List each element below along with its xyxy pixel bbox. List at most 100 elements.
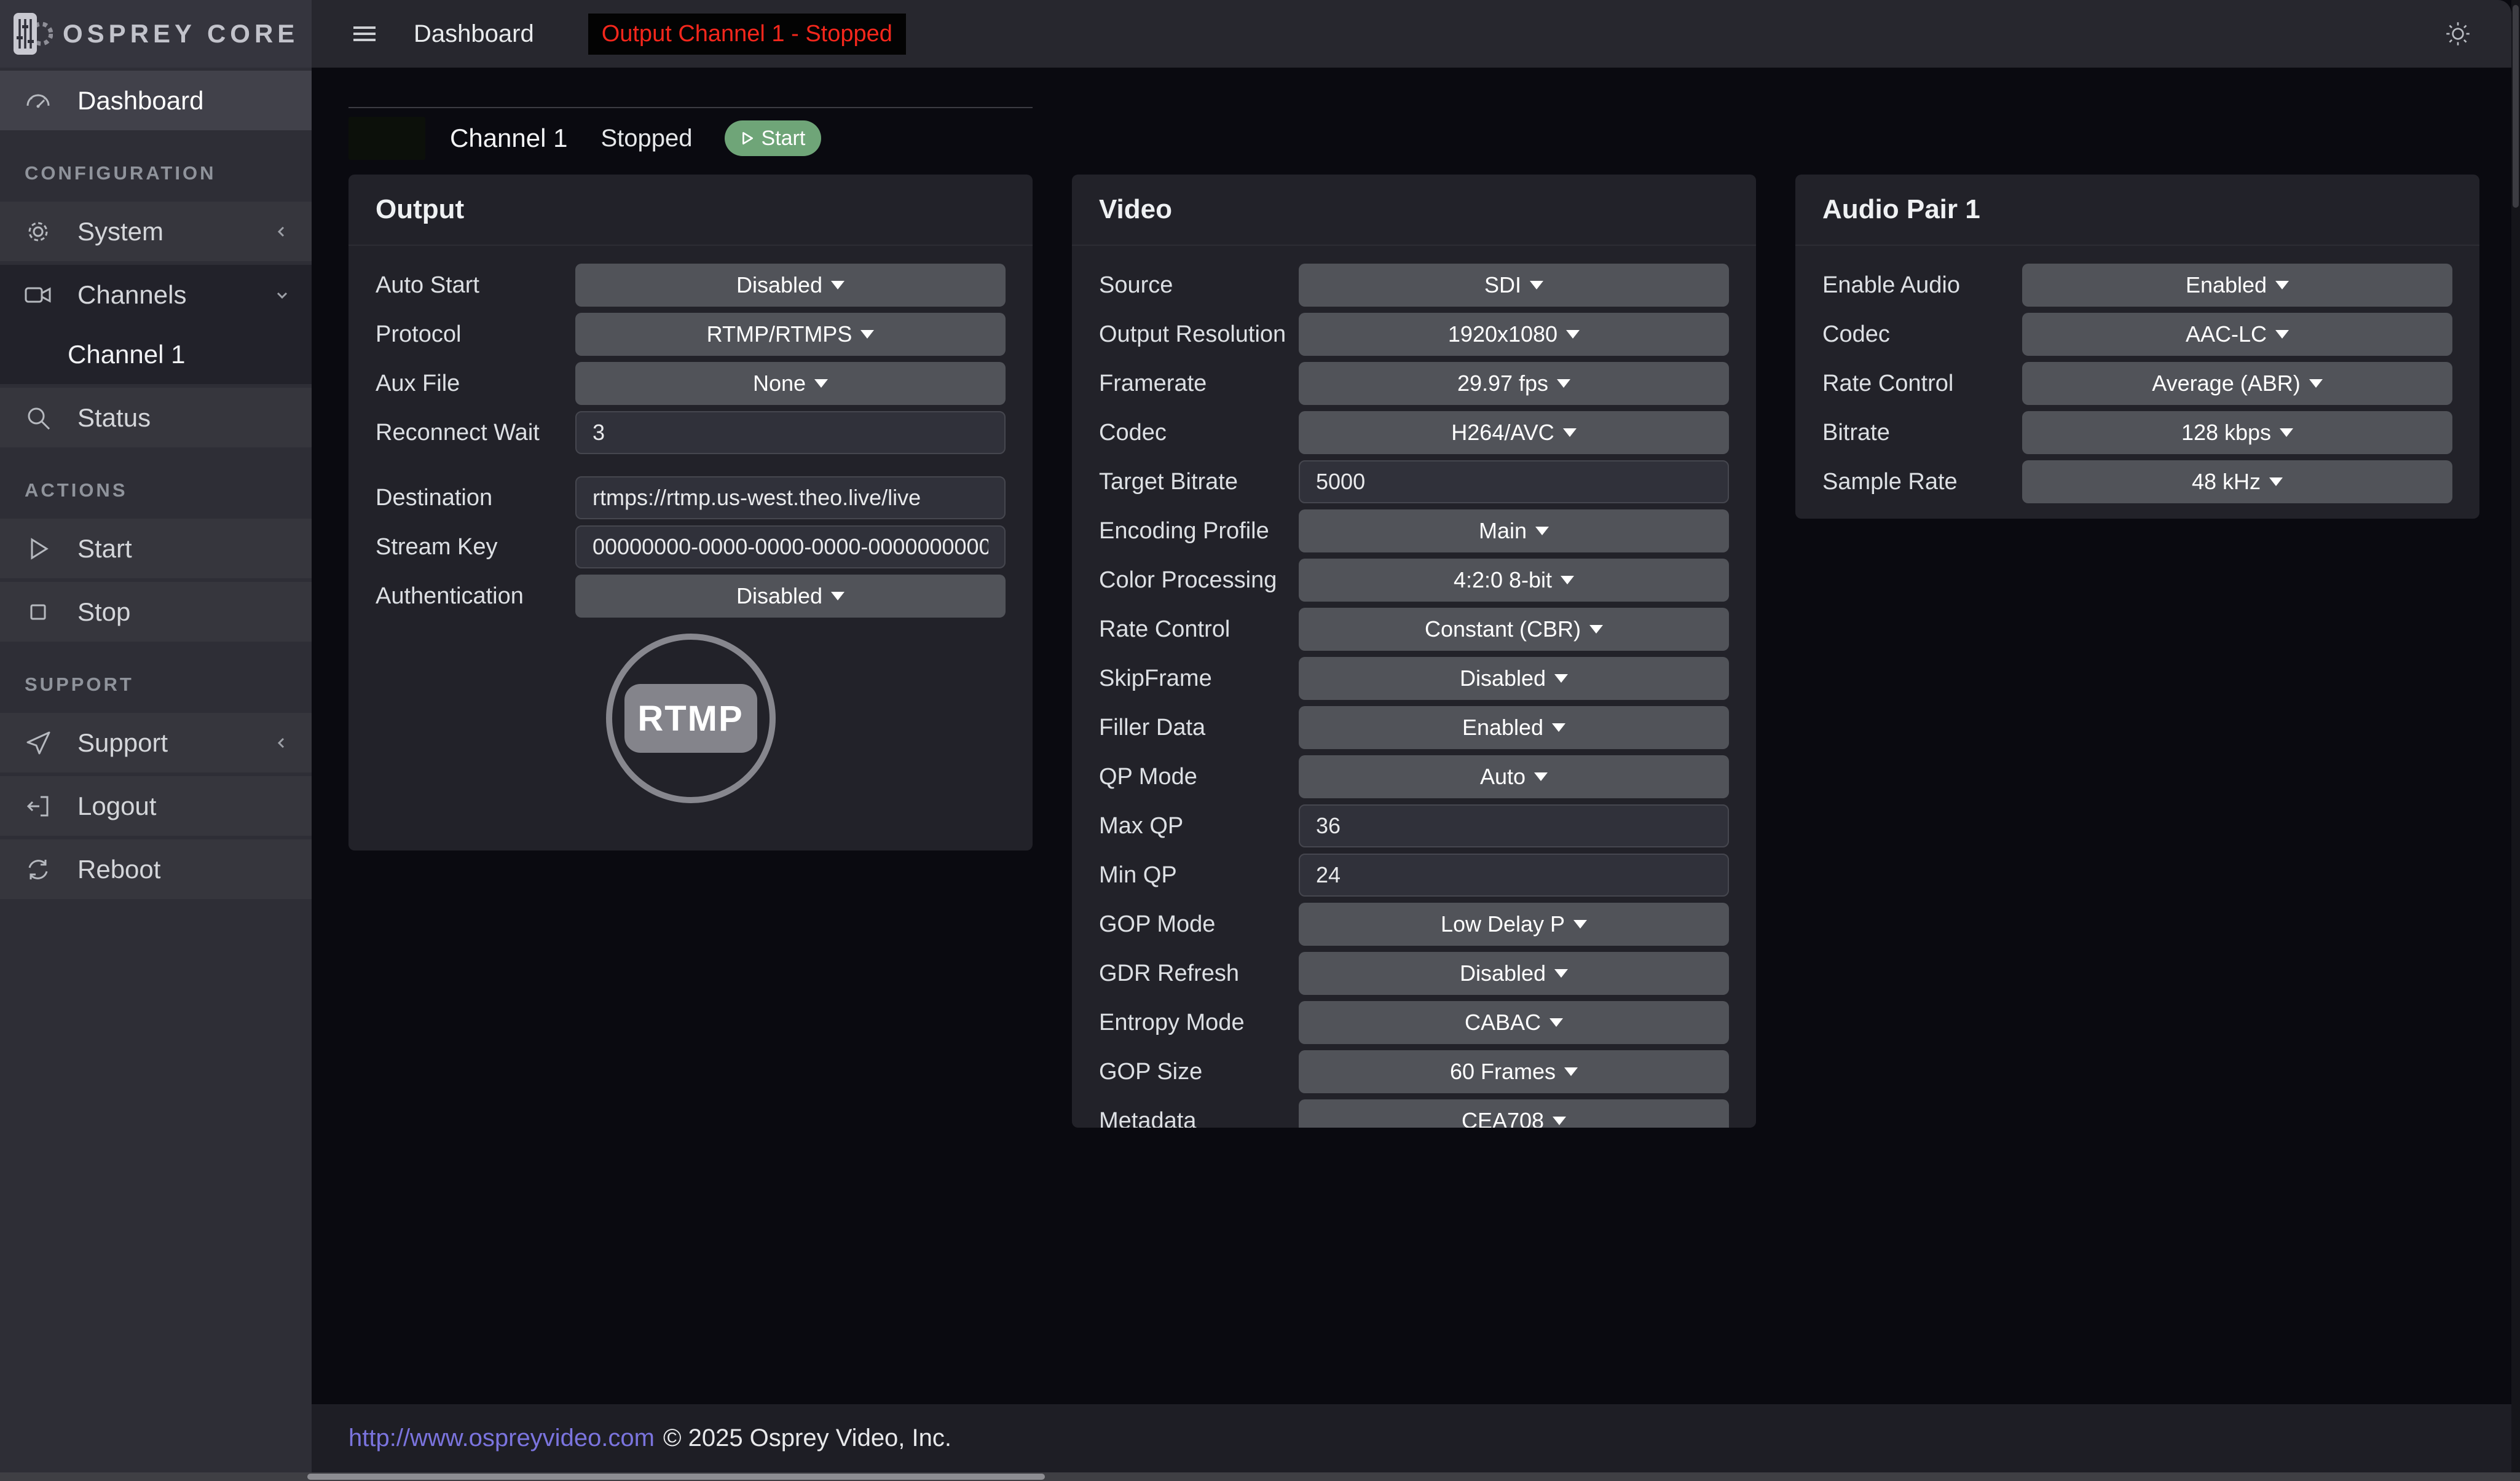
field-row: Bitrate 128 kbps: [1822, 411, 2452, 454]
caret-down-icon: [1557, 379, 1570, 388]
filler-data-dropdown[interactable]: Enabled: [1299, 706, 1729, 749]
sidebar-item-status[interactable]: Status: [0, 388, 312, 447]
audio-panel-title: Audio Pair 1: [1822, 194, 2452, 225]
sidebar-item-system[interactable]: System: [0, 202, 312, 261]
topbar: Dashboard Output Channel 1 - Stopped: [312, 0, 2511, 68]
caret-down-icon: [1554, 674, 1568, 683]
destination-input[interactable]: [575, 476, 1006, 519]
osprey-logo-icon: [12, 10, 53, 57]
sidebar-item-start[interactable]: Start: [0, 519, 312, 578]
caret-down-icon: [2275, 330, 2289, 339]
sun-icon[interactable]: [2443, 18, 2473, 49]
enable-audio-label: Enable Audio: [1822, 272, 1960, 299]
field-row: Codec H264/AVC: [1099, 411, 1729, 454]
gdr-refresh-dropdown[interactable]: Disabled: [1299, 952, 1729, 995]
logout-icon: [23, 792, 53, 821]
sidebar-item-channels[interactable]: Channels: [0, 265, 312, 324]
sidebar-item-support[interactable]: Support: [0, 713, 312, 772]
channel-header-bar: Channel 1 Stopped Start: [348, 107, 1033, 160]
gop-mode-dropdown[interactable]: Low Delay P: [1299, 903, 1729, 946]
output-resolution-label: Output Resolution: [1099, 321, 1286, 348]
sidebar-section-actions: ACTIONS: [0, 479, 312, 501]
vertical-scrollbar[interactable]: [2511, 0, 2520, 1481]
sidebar-item-logout[interactable]: Logout: [0, 776, 312, 836]
sample-rate-dropdown[interactable]: 48 kHz: [2022, 460, 2452, 503]
start-channel-button[interactable]: Start: [725, 120, 822, 156]
target-bitrate-input[interactable]: [1299, 460, 1729, 503]
field-row: Filler Data Enabled: [1099, 706, 1729, 749]
caret-down-icon: [1553, 1117, 1566, 1125]
rtmp-protocol-logo: RTMP: [606, 634, 776, 803]
sidebar-nav: Dashboard CONFIGURATION System: [0, 68, 312, 899]
audio-rate-control-label: Rate Control: [1822, 371, 1953, 397]
caret-down-icon: [1554, 969, 1568, 978]
play-icon: [23, 534, 53, 564]
sidebar-item-stop[interactable]: Stop: [0, 582, 312, 642]
audio-bitrate-dropdown[interactable]: 128 kbps: [2022, 411, 2452, 454]
field-row: Aux File None: [376, 362, 1006, 405]
field-row: Entropy Mode CABAC: [1099, 1001, 1729, 1044]
field-row: Encoding Profile Main: [1099, 509, 1729, 552]
authentication-dropdown[interactable]: Disabled: [575, 575, 1006, 618]
encoding-profile-dropdown[interactable]: Main: [1299, 509, 1729, 552]
rate-control-dropdown[interactable]: Constant (CBR): [1299, 608, 1729, 651]
enable-audio-dropdown[interactable]: Enabled: [2022, 264, 2452, 307]
aux-file-dropdown[interactable]: None: [575, 362, 1006, 405]
field-row: Output Resolution 1920x1080: [1099, 313, 1729, 356]
stop-icon: [23, 597, 53, 627]
field-row: Framerate 29.97 fps: [1099, 362, 1729, 405]
sidebar-item-dashboard[interactable]: Dashboard: [0, 71, 312, 130]
sidebar-group-channels: Channels Channel 1: [0, 265, 312, 384]
audio-codec-dropdown[interactable]: AAC-LC: [2022, 313, 2452, 356]
auto-start-dropdown[interactable]: Disabled: [575, 264, 1006, 307]
field-row: Rate Control Average (ABR): [1822, 362, 2452, 405]
caret-down-icon: [1552, 723, 1565, 732]
horizontal-scrollbar-thumb[interactable]: [307, 1474, 1045, 1480]
sidebar-label-logout: Logout: [77, 792, 156, 821]
field-row: Enable Audio Enabled: [1822, 264, 2452, 307]
source-dropdown[interactable]: SDI: [1299, 264, 1729, 307]
osprey-website-link[interactable]: http://www.ospreyvideo.com: [348, 1424, 655, 1452]
caret-down-icon: [2309, 379, 2323, 388]
field-row: GOP Size 60 Frames: [1099, 1050, 1729, 1093]
entropy-mode-label: Entropy Mode: [1099, 1010, 1245, 1036]
protocol-dropdown[interactable]: RTMP/RTMPS: [575, 313, 1006, 356]
channel-state: Stopped: [600, 125, 692, 152]
audio-rate-control-dropdown[interactable]: Average (ABR): [2022, 362, 2452, 405]
topbar-dashboard-link[interactable]: Dashboard: [414, 20, 534, 48]
horizontal-scrollbar[interactable]: [0, 1472, 2520, 1481]
field-row: Max QP: [1099, 804, 1729, 847]
codec-dropdown[interactable]: H264/AVC: [1299, 411, 1729, 454]
metadata-dropdown[interactable]: CEA708: [1299, 1099, 1729, 1128]
sidebar-item-reboot[interactable]: Reboot: [0, 839, 312, 899]
gop-size-dropdown[interactable]: 60 Frames: [1299, 1050, 1729, 1093]
output-resolution-dropdown[interactable]: 1920x1080: [1299, 313, 1729, 356]
field-row: Stream Key: [376, 525, 1006, 568]
max-qp-input[interactable]: [1299, 804, 1729, 847]
field-row: Auto Start Disabled: [376, 264, 1006, 307]
gop-mode-label: GOP Mode: [1099, 911, 1215, 938]
brand-name: OSPREY CORE: [63, 19, 299, 49]
sidebar-label-support: Support: [77, 728, 168, 758]
channel-name: Channel 1: [450, 124, 567, 153]
hamburger-icon[interactable]: [351, 23, 378, 45]
framerate-dropdown[interactable]: 29.97 fps: [1299, 362, 1729, 405]
qp-mode-dropdown[interactable]: Auto: [1299, 755, 1729, 798]
stream-key-input[interactable]: [575, 525, 1006, 568]
sidebar-item-channel-1[interactable]: Channel 1: [0, 324, 312, 384]
sidebar-label-status: Status: [77, 403, 151, 433]
reconnect-wait-input[interactable]: [575, 411, 1006, 454]
brand-header[interactable]: OSPREY CORE: [0, 0, 312, 68]
skipframe-dropdown[interactable]: Disabled: [1299, 657, 1729, 700]
entropy-mode-dropdown[interactable]: CABAC: [1299, 1001, 1729, 1044]
field-row: Min QP: [1099, 854, 1729, 897]
stream-key-label: Stream Key: [376, 534, 498, 560]
chevron-down-icon: [276, 289, 288, 301]
field-row: Target Bitrate: [1099, 460, 1729, 503]
vertical-scrollbar-thumb[interactable]: [2513, 5, 2519, 208]
start-button-label: Start: [762, 127, 806, 151]
rtmp-logo-badge: RTMP: [624, 684, 757, 753]
video-panel-title: Video: [1099, 194, 1729, 225]
color-processing-dropdown[interactable]: 4:2:0 8-bit: [1299, 559, 1729, 602]
min-qp-input[interactable]: [1299, 854, 1729, 897]
